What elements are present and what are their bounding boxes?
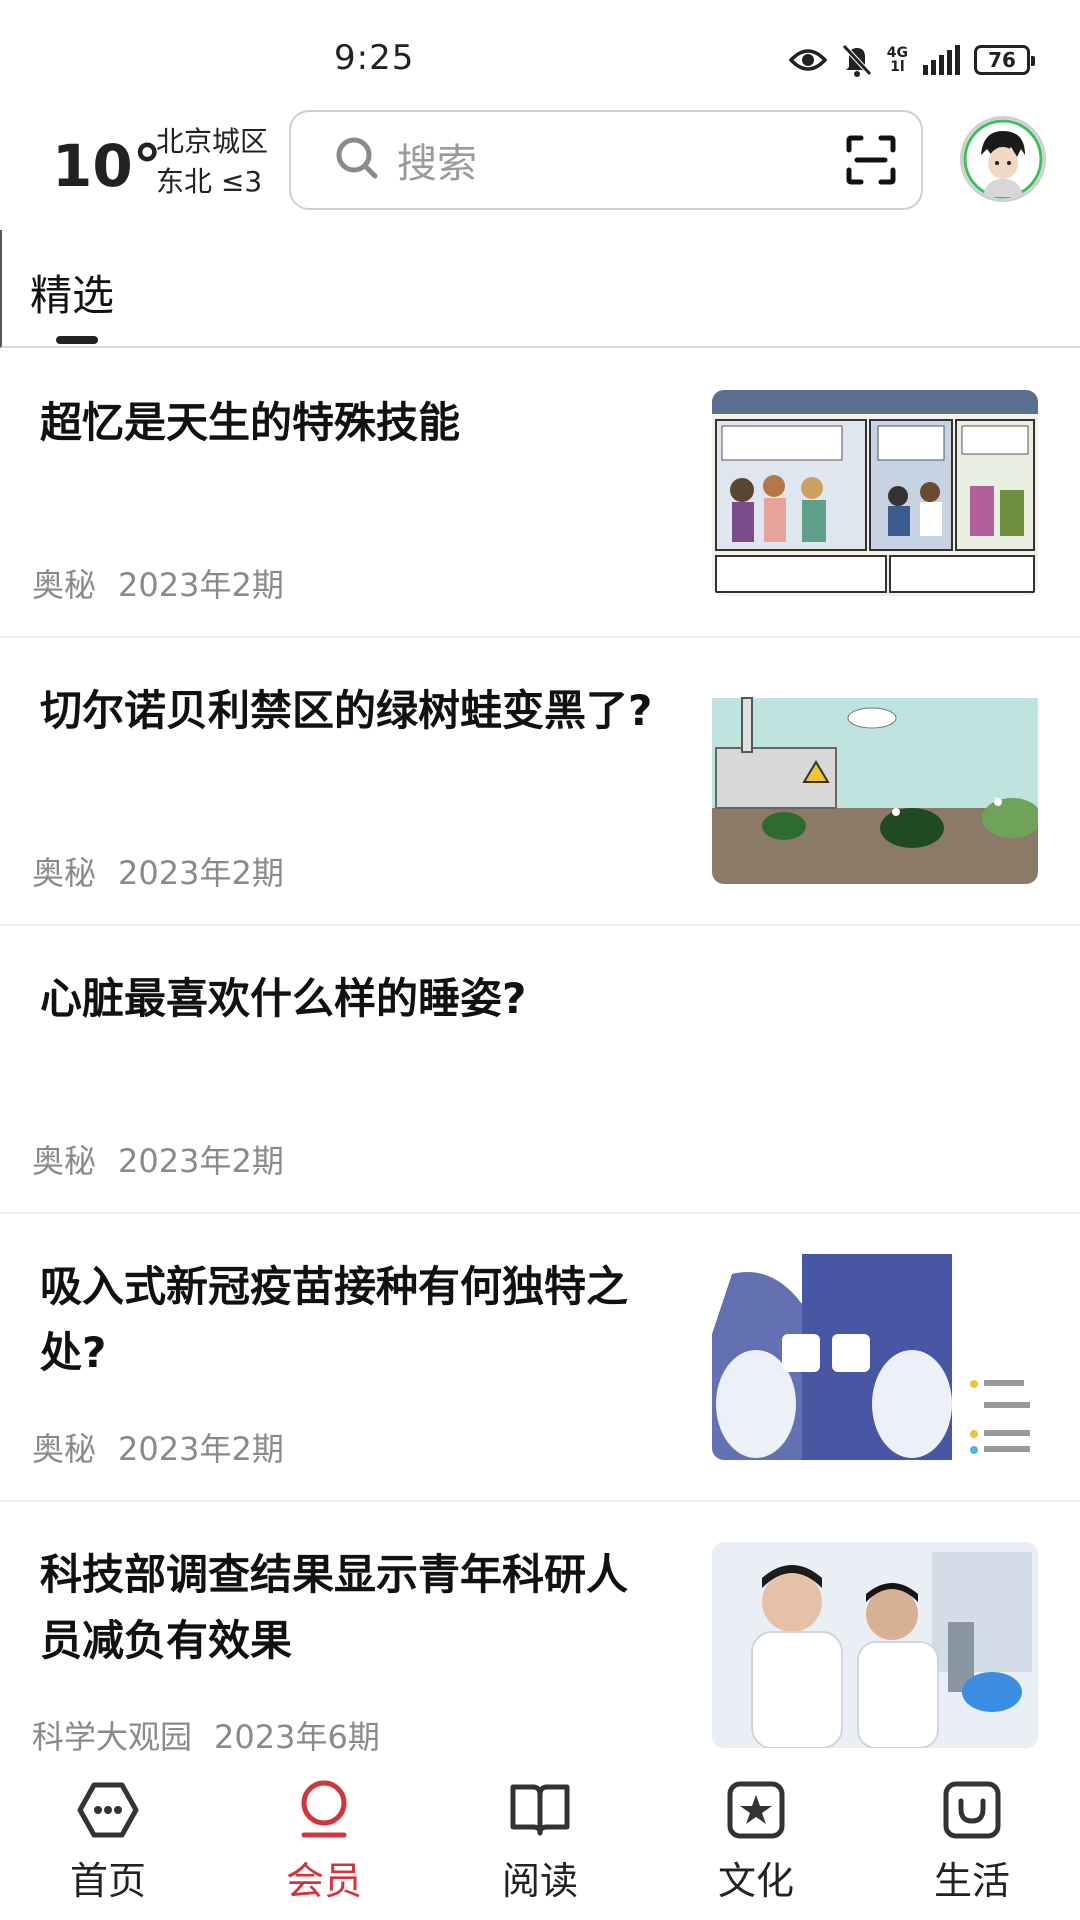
article-issue: 2023年6期 (214, 1718, 380, 1756)
article-thumbnail (712, 1254, 1038, 1460)
article-title: 科技部调查结果显示青年科研人员减负有效果 (40, 1550, 629, 1665)
nav-reading-label: 阅读 (501, 1859, 578, 1903)
home-icon (76, 1774, 140, 1846)
nav-culture-label: 文化 (717, 1859, 794, 1903)
status-icons: 4G 1l 76 (788, 40, 1035, 80)
article-issue: 2023年2期 (118, 854, 284, 892)
book-icon (509, 1774, 571, 1846)
article-meta: 奥秘 2023年2期 (32, 1424, 284, 1470)
signal-icon (922, 45, 960, 75)
status-time: 9:25 (334, 38, 415, 78)
article-issue: 2023年2期 (118, 1142, 284, 1180)
network-activity-label: 1l (890, 59, 905, 75)
wind-label: 东北 ≤3 (156, 165, 263, 198)
article-title: 超忆是天生的特殊技能 (40, 398, 461, 447)
article-item[interactable]: 切尔诺贝利禁区的绿树蛙变黑了? 奥秘 2023年2期 (0, 638, 1080, 926)
search-icon (335, 136, 379, 184)
nav-member[interactable]: 会员 (216, 1752, 432, 1920)
article-meta: 奥秘 2023年2期 (32, 560, 284, 606)
eye-icon (788, 46, 827, 74)
search-input[interactable]: 搜索 (289, 110, 923, 210)
nav-life-label: 生活 (933, 1859, 1010, 1903)
member-icon (298, 1774, 350, 1846)
weather-info[interactable]: 北京城区 东北 ≤3 (156, 122, 268, 202)
avatar[interactable] (960, 116, 1046, 202)
article-source: 奥秘 (32, 854, 97, 892)
bell-off-icon (841, 43, 873, 77)
life-icon (943, 1774, 1001, 1846)
article-source: 科学大观园 (32, 1718, 193, 1756)
article-issue: 2023年2期 (118, 1430, 284, 1468)
network-type-label: 4G (886, 45, 908, 61)
battery-level: 76 (988, 48, 1016, 72)
article-source: 奥秘 (32, 1142, 97, 1180)
article-meta: 奥秘 2023年2期 (32, 848, 284, 894)
category-tabs: 精选 (0, 230, 1080, 348)
battery-icon: 76 (974, 45, 1035, 75)
nav-culture[interactable]: 文化 (648, 1752, 864, 1920)
article-item[interactable]: 科技部调查结果显示青年科研人员减负有效果 科学大观园 2023年6期 (0, 1502, 1080, 1790)
nav-home-label: 首页 (69, 1859, 146, 1903)
nav-member-label: 会员 (285, 1859, 362, 1903)
article-meta: 奥秘 2023年2期 (32, 1136, 284, 1182)
article-title: 心脏最喜欢什么样的睡姿? (40, 974, 527, 1023)
network-type: 4G 1l (887, 46, 908, 74)
article-item[interactable]: 吸入式新冠疫苗接种有何独特之处? 奥秘 2023年2期 (0, 1214, 1080, 1502)
article-thumbnail (712, 1542, 1038, 1748)
article-title: 切尔诺贝利禁区的绿树蛙变黑了? (40, 686, 653, 735)
article-source: 奥秘 (32, 566, 97, 604)
tab-featured[interactable]: 精选 (30, 262, 114, 323)
tab-indicator (56, 336, 98, 344)
article-issue: 2023年2期 (118, 566, 284, 604)
article-source: 奥秘 (32, 1430, 97, 1468)
status-bar: 9:25 4G 1l 76 (0, 0, 1080, 110)
nav-reading[interactable]: 阅读 (432, 1752, 648, 1920)
location-label: 北京城区 (156, 125, 269, 158)
article-title: 吸入式新冠疫苗接种有何独特之处? (40, 1262, 629, 1377)
nav-life[interactable]: 生活 (864, 1752, 1080, 1920)
header: 10° 北京城区 东北 ≤3 搜索 (0, 108, 1080, 218)
scan-icon[interactable] (845, 134, 897, 190)
nav-home[interactable]: 首页 (0, 1752, 216, 1920)
article-thumbnail (712, 390, 1038, 596)
article-thumbnail (712, 678, 1038, 884)
search-placeholder: 搜索 (397, 141, 477, 187)
temperature[interactable]: 10° (52, 132, 162, 200)
article-item[interactable]: 心脏最喜欢什么样的睡姿? 奥秘 2023年2期 (0, 926, 1080, 1214)
culture-star-icon (727, 1774, 785, 1846)
bottom-nav: 首页 会员 阅读 文化 生活 (0, 1752, 1080, 1920)
article-item[interactable]: 超忆是天生的特殊技能 奥秘 2023年2期 (0, 350, 1080, 638)
